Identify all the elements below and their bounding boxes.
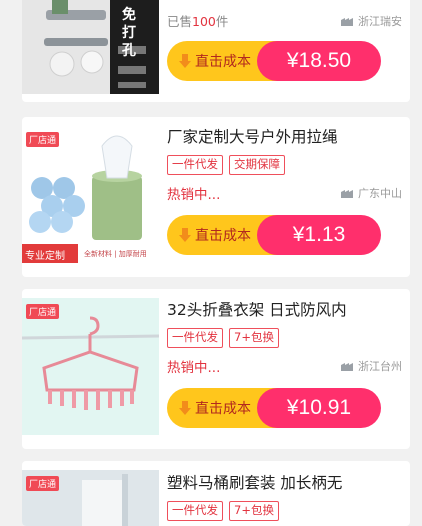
product-image[interactable]: 厂店通 bbox=[22, 298, 159, 435]
hot-selling-status: 热销中... bbox=[167, 187, 221, 203]
down-arrow-icon bbox=[179, 54, 191, 68]
product-title[interactable]: 塑料马桶刷套装 加长柄无 bbox=[167, 473, 402, 493]
down-arrow-icon bbox=[179, 401, 191, 415]
product-image[interactable]: 厂店通 专业定制 全新材料 | 加厚耐用 bbox=[22, 126, 159, 263]
product-title[interactable]: 厂家定制大号户外用拉绳 bbox=[167, 127, 402, 147]
tag-dropship: 一件代发 bbox=[167, 155, 223, 175]
price-button[interactable]: ¥18.50 bbox=[257, 41, 381, 81]
tag-dropship: 一件代发 bbox=[167, 501, 223, 521]
product-image[interactable]: 免打孔 bbox=[22, 0, 159, 94]
image-caption-left: 专业定制 bbox=[25, 251, 65, 262]
down-arrow-icon bbox=[179, 228, 191, 242]
tag-seven-day-exchange: 7+包换 bbox=[229, 501, 279, 521]
factory-icon bbox=[341, 363, 353, 371]
location: 广东中山 bbox=[341, 185, 402, 201]
tag-dropship: 一件代发 bbox=[167, 328, 223, 348]
price-button[interactable]: ¥10.91 bbox=[257, 388, 381, 428]
brand-badge: 厂店通 bbox=[26, 132, 60, 147]
product-card[interactable]: 厂店通 专业定制 全新材料 | 加厚耐用 厂家定制大号户外用拉绳 一件代发 交期… bbox=[22, 117, 410, 277]
product-card[interactable]: 免打孔 已售100件 浙江瑞安 直击成本 ¥18.50 bbox=[22, 0, 410, 102]
product-card[interactable]: 厂店通 塑料马桶刷套装 加长柄无 一件代发 7+包换 bbox=[22, 461, 410, 526]
tag-list: 一件代发 7+包换 bbox=[167, 501, 402, 521]
brand-badge: 厂店通 bbox=[26, 304, 60, 319]
sold-count: 已售100件 bbox=[167, 14, 229, 29]
image-caption-right: 全新材料 | 加厚耐用 bbox=[84, 250, 147, 258]
price-button[interactable]: ¥1.13 bbox=[257, 215, 381, 255]
product-image[interactable]: 厂店通 bbox=[22, 470, 159, 526]
tag-list: 一件代发 7+包换 bbox=[167, 328, 402, 348]
location: 浙江台州 bbox=[341, 358, 402, 374]
factory-icon bbox=[341, 18, 353, 26]
tag-delivery-guarantee: 交期保障 bbox=[229, 155, 285, 175]
product-card[interactable]: 厂店通 32头折叠衣架 日式防风内 一件代发 7+包换 热销中... 浙江台州 … bbox=[22, 289, 410, 449]
product-title[interactable]: 32头折叠衣架 日式防风内 bbox=[167, 300, 402, 320]
tag-list: 一件代发 交期保障 bbox=[167, 155, 402, 175]
factory-icon bbox=[341, 190, 353, 198]
brand-badge: 厂店通 bbox=[26, 476, 60, 491]
location: 浙江瑞安 bbox=[341, 13, 402, 29]
image-overlay-text: 免打孔 bbox=[122, 7, 136, 59]
tag-seven-day-exchange: 7+包换 bbox=[229, 328, 279, 348]
hot-selling-status: 热销中... bbox=[167, 360, 221, 376]
